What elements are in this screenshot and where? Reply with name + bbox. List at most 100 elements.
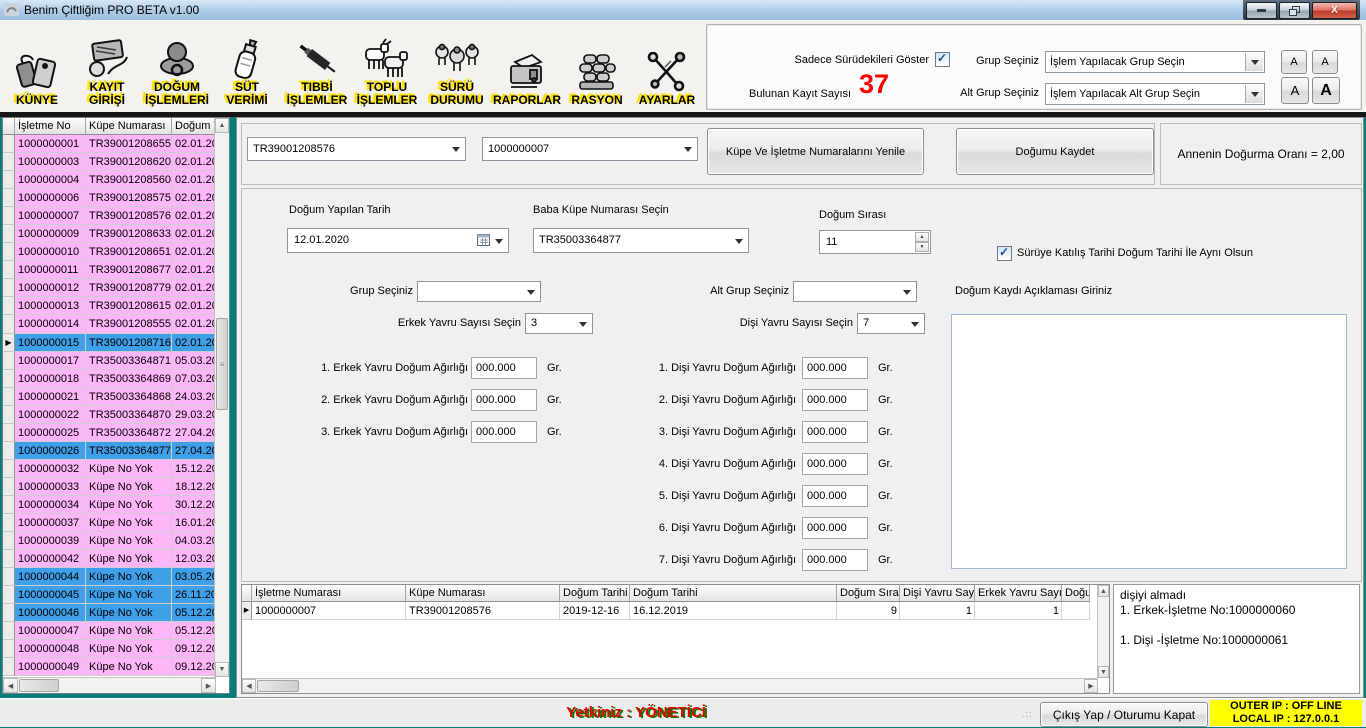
grid-cell[interactable]: 27.04.20 [172, 442, 216, 460]
grid-cell[interactable]: 03.05.20 [172, 568, 216, 586]
row-selector[interactable] [3, 496, 15, 514]
grid-cell[interactable]: 1000000045 [15, 586, 86, 604]
history-vertical-scrollbar[interactable]: ▲ ▼ [1097, 585, 1109, 678]
grid-cell[interactable]: 09.12.20 [172, 640, 216, 658]
grid-cell[interactable]: Küpe No Yok [86, 658, 172, 676]
grid-cell[interactable]: 1000000018 [15, 370, 86, 388]
row-selector[interactable] [3, 243, 15, 261]
animal-row[interactable]: 1000000018TR3500336486907.03.20 [3, 370, 229, 388]
row-selector[interactable]: ▶ [242, 602, 252, 620]
toolbar-item-ayarlar[interactable]: AYARLAR [632, 46, 702, 107]
animal-row[interactable]: 1000000004TR3900120856002.01.20 [3, 171, 229, 189]
grid-cell[interactable]: 02.01.20 [172, 153, 216, 171]
grid-cell[interactable]: 05.03.20 [172, 352, 216, 370]
toolbar-item-tibbi-islemler[interactable]: TIBBİ İŞLEMLER [282, 33, 352, 107]
toolbar-item-kayit-girisi[interactable]: KAYIT GİRİŞİ [72, 33, 142, 107]
grid-cell[interactable]: 12.03.20 [172, 550, 216, 568]
row-selector[interactable] [3, 261, 15, 279]
grid-cell[interactable]: 1000000034 [15, 496, 86, 514]
grid-cell[interactable]: 02.01.20 [172, 189, 216, 207]
toolbar-item-raporlar[interactable]: RAPORLAR [492, 46, 562, 107]
grid-cell[interactable]: 1000000004 [15, 171, 86, 189]
toolbar-item-kunye[interactable]: KÜNYE [2, 46, 72, 107]
refresh-numbers-button[interactable]: Küpe Ve İşletme Numaralarını Yenile [707, 128, 924, 175]
join-herd-date-checkbox[interactable] [997, 246, 1012, 261]
animal-row[interactable]: 1000000049Küpe No Yok09.12.20 [3, 658, 229, 676]
history-cell[interactable]: 1 [975, 602, 1062, 620]
font-size-button[interactable]: A [1281, 50, 1307, 74]
row-selector[interactable] [3, 478, 15, 496]
grid-cell[interactable]: TR39001208576 [86, 207, 172, 225]
grid-cell[interactable]: TR35003364868 [86, 388, 172, 406]
grid-cell[interactable]: Küpe No Yok [86, 460, 172, 478]
grid-cell[interactable]: 1000000025 [15, 424, 86, 442]
table-row[interactable]: ▶1000000007TR390012085762019-12-1616.12.… [242, 602, 1109, 620]
scroll-right-icon[interactable]: ▶ [201, 678, 216, 693]
animal-row[interactable]: 1000000003TR3900120862002.01.20 [3, 153, 229, 171]
animal-row[interactable]: 1000000010TR3900120865102.01.20 [3, 243, 229, 261]
animal-row[interactable]: 1000000044Küpe No Yok03.05.20 [3, 568, 229, 586]
grid-cell[interactable]: TR39001208560 [86, 171, 172, 189]
grid-cell[interactable]: 1000000013 [15, 297, 86, 315]
row-selector[interactable] [3, 135, 15, 153]
grid-cell[interactable]: TR39001208620 [86, 153, 172, 171]
row-selector[interactable] [3, 352, 15, 370]
history-column-header[interactable]: Dişi Yavru Sayısı [900, 585, 975, 602]
grid-cell[interactable]: 1000000007 [15, 207, 86, 225]
animal-row[interactable]: 1000000047Küpe No Yok05.12.20 [3, 622, 229, 640]
grid-cell[interactable]: Küpe No Yok [86, 514, 172, 532]
chevron-down-icon[interactable] [1245, 85, 1263, 103]
animal-row[interactable]: 1000000034Küpe No Yok30.12.20 [3, 496, 229, 514]
grid-cell[interactable]: TR35003364877 [86, 442, 172, 460]
grid-cell[interactable]: 07.03.20 [172, 370, 216, 388]
animal-row[interactable]: 1000000037Küpe No Yok16.01.20 [3, 514, 229, 532]
save-birth-button[interactable]: Doğumu Kaydet [956, 128, 1154, 175]
history-cell[interactable]: 16.12.2019 [630, 602, 837, 620]
animal-row[interactable]: 1000000045Küpe No Yok26.11.20 [3, 586, 229, 604]
history-column-header[interactable]: İşletme Numarası [252, 585, 406, 602]
grid-cell[interactable]: 1000000014 [15, 315, 86, 333]
history-column-header[interactable]: Küpe Numarası [406, 585, 560, 602]
grid-column-header[interactable]: İşletme No [15, 118, 86, 135]
mother-tag-combobox[interactable]: TR39001208576 [247, 137, 466, 161]
grid-cell[interactable]: Küpe No Yok [86, 604, 172, 622]
grid-column-header[interactable]: Küpe Numarası [86, 118, 172, 135]
row-selector[interactable] [3, 279, 15, 297]
row-selector[interactable] [3, 207, 15, 225]
animal-row[interactable]: 1000000001TR3900120865502.01.20 [3, 135, 229, 153]
animal-row[interactable]: 1000000009TR3900120863302.01.20 [3, 225, 229, 243]
birth-date-input[interactable]: 12.01.2020 [287, 228, 509, 253]
grid-cell[interactable]: Küpe No Yok [86, 622, 172, 640]
history-cell[interactable]: 1000000007 [252, 602, 406, 620]
grid-cell[interactable]: 04.03.20 [172, 532, 216, 550]
font-size-button[interactable]: A [1312, 50, 1338, 74]
animal-row[interactable]: 1000000026TR3500336487727.04.20 [3, 442, 229, 460]
row-selector[interactable] [3, 315, 15, 333]
grid-cell[interactable]: TR39001208633 [86, 225, 172, 243]
row-selector[interactable] [3, 388, 15, 406]
toolbar-item-toplu-islemler[interactable]: TOPLU İŞLEMLER [352, 33, 422, 107]
grid-cell[interactable]: 29.03.20 [172, 406, 216, 424]
grid-horizontal-scrollbar[interactable]: ◀ ▶ [3, 677, 216, 693]
scroll-up-icon[interactable]: ▲ [215, 118, 229, 133]
scrollbar-thumb[interactable] [257, 680, 299, 692]
history-horizontal-scrollbar[interactable]: ◀ ▶ [242, 678, 1098, 693]
row-selector[interactable] [3, 460, 15, 478]
animal-row[interactable]: 1000000021TR3500336486824.03.20 [3, 388, 229, 406]
animal-row[interactable]: 1000000014TR3900120855502.01.20 [3, 315, 229, 333]
scroll-left-icon[interactable]: ◀ [3, 678, 18, 693]
history-column-header[interactable]: Erkek Yavru Sayısı [975, 585, 1062, 602]
grid-cell[interactable]: 1000000044 [15, 568, 86, 586]
grid-cell[interactable]: 1000000046 [15, 604, 86, 622]
toolbar-item-rasyon[interactable]: RASYON [562, 46, 632, 107]
row-selector[interactable] [3, 550, 15, 568]
weight-input[interactable] [471, 357, 537, 379]
animal-row[interactable]: 1000000022TR3500336487029.03.20 [3, 406, 229, 424]
row-selector[interactable] [3, 370, 15, 388]
row-selector[interactable] [3, 153, 15, 171]
grid-cell[interactable]: 02.01.20 [172, 315, 216, 333]
grid-cell[interactable]: 05.12.20 [172, 622, 216, 640]
calendar-icon[interactable] [477, 233, 490, 249]
grid-cell[interactable]: 1000000033 [15, 478, 86, 496]
grid-cell[interactable]: 1000000032 [15, 460, 86, 478]
